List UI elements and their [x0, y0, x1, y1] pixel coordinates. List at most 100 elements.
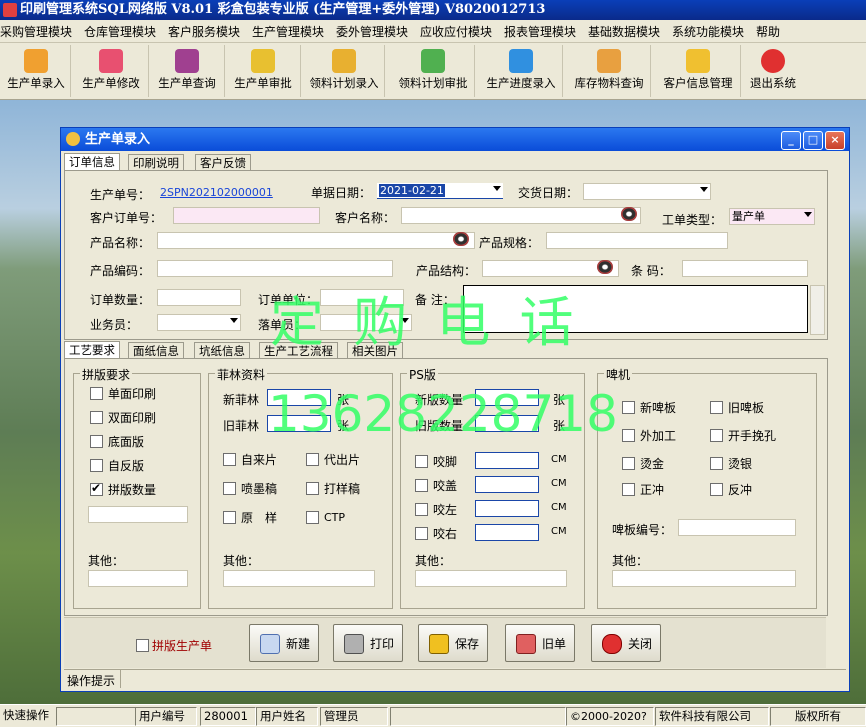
new-doc-icon: [260, 634, 280, 654]
tb-stock-query-button[interactable]: 库存物料查询: [568, 45, 651, 97]
stack-icon: [597, 49, 621, 73]
menu-system[interactable]: 系统功能模块: [672, 23, 744, 40]
new-button[interactable]: 新建: [249, 624, 319, 662]
ps-other-input[interactable]: [415, 570, 567, 587]
maximize-button[interactable]: □: [803, 131, 823, 150]
tb-exit-button[interactable]: 退出系统: [744, 45, 802, 97]
self-film-checkbox[interactable]: [223, 453, 236, 466]
product-spec-input[interactable]: [546, 232, 728, 249]
inkjet-draft-checkbox[interactable]: [223, 482, 236, 495]
close-button[interactable]: 关闭: [591, 624, 661, 662]
grip-left-checkbox[interactable]: [415, 503, 428, 516]
fruit-icon: [175, 49, 199, 73]
tab-face-paper[interactable]: 面纸信息: [128, 342, 184, 359]
tab-order-info[interactable]: 订单信息: [64, 153, 120, 171]
print-button[interactable]: 打印: [333, 624, 403, 662]
old-die-checkbox[interactable]: [710, 401, 723, 414]
menu-basic-data[interactable]: 基础数据模块: [588, 23, 660, 40]
grip-left-input[interactable]: [475, 500, 539, 517]
sales-rep-select[interactable]: [157, 314, 241, 331]
double-side-checkbox[interactable]: [90, 411, 103, 424]
film-other-input[interactable]: [223, 570, 375, 587]
grip-top-input[interactable]: [475, 476, 539, 493]
pie-chart-icon: [509, 49, 533, 73]
silver-stamp-checkbox[interactable]: [710, 457, 723, 470]
menu-help[interactable]: 帮助: [756, 23, 780, 40]
blocks-icon: [421, 49, 445, 73]
grip-foot-checkbox[interactable]: [415, 455, 428, 468]
delivery-date-picker[interactable]: [583, 183, 711, 200]
proof-draft-checkbox[interactable]: [306, 482, 319, 495]
ctp-checkbox[interactable]: [306, 511, 319, 524]
tb-material-plan-entry-button[interactable]: 领料计划录入: [304, 45, 385, 97]
self-reverse-checkbox[interactable]: [90, 459, 103, 472]
grip-right-checkbox[interactable]: [415, 527, 428, 540]
power-icon: [761, 49, 785, 73]
menu-outsource[interactable]: 委外管理模块: [336, 23, 408, 40]
tab-print-notes[interactable]: 印刷说明: [128, 154, 184, 171]
grip-top-checkbox[interactable]: [415, 479, 428, 492]
tb-material-plan-approve-button[interactable]: 领料计划审批: [392, 45, 475, 97]
grip-right-input[interactable]: [475, 524, 539, 541]
remark-scrollbar[interactable]: [810, 285, 825, 335]
box-icon: [24, 49, 48, 73]
tab-flute-paper[interactable]: 坑纸信息: [194, 342, 250, 359]
toolbar: 生产单录入 生产单修改 生产单查询 生产单审批 领料计划录入 领料计划审批 生产…: [0, 43, 866, 100]
imposition-order-checkbox[interactable]: [136, 639, 149, 652]
tb-customer-info-button[interactable]: 客户信息管理: [656, 45, 741, 97]
die-other-input[interactable]: [612, 570, 796, 587]
menu-customer-service[interactable]: 客户服务模块: [168, 23, 240, 40]
original-sample-checkbox[interactable]: [223, 511, 236, 524]
customer-order-input[interactable]: [173, 207, 320, 224]
menu-purchase[interactable]: 采购管理模块: [0, 23, 72, 40]
customer-lookup-icon[interactable]: [621, 207, 637, 221]
outsource-film-checkbox[interactable]: [306, 453, 319, 466]
imposition-count-checkbox[interactable]: ✔: [90, 481, 103, 496]
pencil-icon: [332, 49, 356, 73]
grip-foot-input[interactable]: [475, 452, 539, 469]
die-code-input[interactable]: [678, 519, 796, 536]
window-title-bar: 生产单录入 _ □ ×: [61, 128, 849, 151]
tab-process-req[interactable]: 工艺要求: [64, 341, 120, 359]
close-window-button[interactable]: ×: [825, 131, 845, 150]
tb-order-edit-button[interactable]: 生产单修改: [74, 45, 149, 97]
single-side-checkbox[interactable]: [90, 387, 103, 400]
menu-reports[interactable]: 报表管理模块: [504, 23, 576, 40]
job-type-select[interactable]: 量产单: [729, 208, 815, 225]
reverse-punch-checkbox[interactable]: [710, 483, 723, 496]
menu-ar-ap[interactable]: 应收应付模块: [420, 23, 492, 40]
bottom-plate-checkbox[interactable]: [90, 435, 103, 448]
customer-name-input[interactable]: [401, 207, 641, 224]
order-quantity-input[interactable]: [157, 289, 241, 306]
floppy-save-icon: [429, 634, 449, 654]
menu-warehouse[interactable]: 仓库管理模块: [84, 23, 156, 40]
product-lookup-icon[interactable]: [453, 232, 469, 246]
gold-stamp-checkbox[interactable]: [622, 457, 635, 470]
minimize-button[interactable]: _: [781, 131, 801, 150]
tab-customer-feedback[interactable]: 客户反馈: [195, 154, 251, 171]
barcode-input[interactable]: [682, 260, 808, 277]
new-die-checkbox[interactable]: [622, 401, 635, 414]
product-code-input[interactable]: [157, 260, 393, 277]
window-icon: [66, 132, 80, 146]
power-off-icon: [602, 634, 622, 654]
tb-order-query-button[interactable]: 生产单查询: [150, 45, 225, 97]
menu-production[interactable]: 生产管理模块: [252, 23, 324, 40]
app-icon: [3, 3, 17, 17]
structure-lookup-icon[interactable]: [597, 260, 613, 274]
tb-order-approve-button[interactable]: 生产单审批: [226, 45, 301, 97]
doc-date-picker[interactable]: 2021-02-21: [377, 183, 503, 199]
order-number-link[interactable]: 2SPN202102000001: [160, 186, 273, 199]
status-bar: 快速操作 用户编号 280001 用户姓名 管理员 ©2000-2020? 软件…: [0, 704, 866, 727]
outsource-process-checkbox[interactable]: [622, 429, 635, 442]
layout-other-input[interactable]: [88, 570, 188, 587]
tb-progress-entry-button[interactable]: 生产进度录入: [480, 45, 563, 97]
tb-order-entry-button[interactable]: 生产单录入: [2, 45, 71, 97]
imposition-count-input[interactable]: [88, 506, 188, 523]
front-punch-checkbox[interactable]: [622, 483, 635, 496]
app-title-bar: 印刷管理系统SQL网络版 V8.01 彩盒包装专业版 (生产管理+委外管理) V…: [0, 0, 866, 20]
save-button[interactable]: 保存: [418, 624, 488, 662]
handle-hole-checkbox[interactable]: [710, 429, 723, 442]
product-name-input[interactable]: [157, 232, 475, 249]
old-order-button[interactable]: 旧单: [505, 624, 575, 662]
